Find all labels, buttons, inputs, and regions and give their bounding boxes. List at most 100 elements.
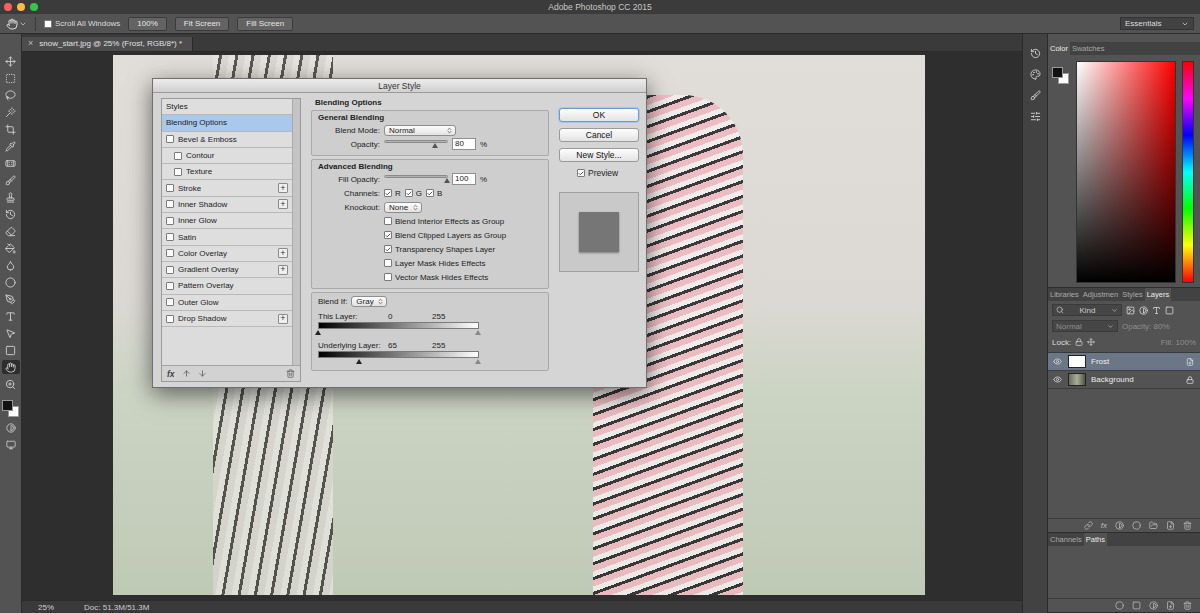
style-checkbox[interactable] [166,200,174,208]
minimize-button[interactable] [17,3,25,11]
shape-filter-icon[interactable] [1165,306,1174,315]
mask-icon[interactable] [1149,601,1158,610]
type-tool[interactable] [2,309,20,323]
range-slider[interactable] [318,359,479,365]
style-row[interactable]: Stroke+ [162,180,292,196]
history-icon[interactable] [1030,48,1041,59]
style-checkbox[interactable] [166,217,174,225]
style-row[interactable]: Pattern Overlay [162,278,292,294]
slider-thumb[interactable] [432,143,438,148]
scroll-all-windows[interactable]: Scroll All Windows [44,19,120,28]
screen-mode-button[interactable] [2,438,20,452]
rectangle-tool[interactable] [2,343,20,357]
style-row[interactable]: Contour [162,148,292,164]
style-checkbox[interactable] [166,266,174,274]
adjustment-filter-icon[interactable] [1139,306,1148,315]
visibility-toggle[interactable] [1051,375,1063,384]
quick-select-tool[interactable] [2,105,20,119]
scroll-all-windows-checkbox[interactable] [44,20,52,28]
fill-opacity-input[interactable]: 100 [452,173,476,185]
advanced-option-checkbox[interactable] [384,273,392,281]
tool-preset-picker[interactable] [6,18,27,30]
dialog-title[interactable]: Layer Style [153,79,646,93]
advanced-option[interactable]: Layer Mask Hides Effects [384,259,486,268]
blend-if-select[interactable]: Gray [351,296,387,307]
style-row[interactable]: Styles [162,99,292,115]
trash-icon[interactable] [1183,521,1192,530]
advanced-option[interactable]: Blend Clipped Layers as Group [384,231,506,240]
layer-row[interactable]: Frost [1048,353,1200,371]
color-field[interactable] [1076,61,1176,283]
style-checkbox[interactable] [166,184,174,192]
style-row[interactable]: Color Overlay+ [162,246,292,262]
style-checkbox[interactable] [174,152,182,160]
style-checkbox[interactable] [166,315,174,323]
history-brush-tool[interactable] [2,207,20,221]
scrollbar[interactable] [292,99,300,365]
fill-path-icon[interactable] [1115,601,1124,610]
style-row[interactable]: Bevel & Emboss [162,132,292,148]
pen-tool[interactable] [2,292,20,306]
hue-slider[interactable] [1182,61,1194,283]
channel-option[interactable]: R [384,189,401,198]
advanced-option[interactable]: Transparency Shapes Layer [384,245,495,254]
add-effect-button[interactable]: + [278,265,288,275]
high-thumb[interactable] [475,359,481,364]
options-button[interactable]: 100% [128,17,166,31]
stamp-tool[interactable] [2,190,20,204]
marquee-tool[interactable] [2,71,20,85]
style-checkbox[interactable] [166,282,174,290]
path-select-tool[interactable] [2,326,20,340]
arrow-down-icon[interactable] [198,369,207,378]
dialog-button[interactable]: Cancel [559,128,639,142]
canvas[interactable]: Layer Style StylesBlending OptionsBevel &… [22,52,1022,600]
new-layer-icon[interactable] [1166,521,1175,530]
style-row[interactable]: Drop Shadow+ [162,311,292,327]
mask-icon[interactable] [1115,521,1124,530]
style-row[interactable]: Gradient Overlay+ [162,262,292,278]
advanced-option-checkbox[interactable] [384,259,392,267]
preview-option[interactable]: Preview [559,168,641,178]
advanced-option[interactable]: Blend Interior Effects as Group [384,217,504,226]
options-button[interactable]: Fit Screen [175,17,229,31]
paint-bucket-tool[interactable] [2,241,20,255]
options-button[interactable]: Fill Screen [237,17,293,31]
type-filter-icon[interactable] [1152,306,1161,315]
style-row[interactable]: Outer Glow [162,295,292,311]
style-checkbox[interactable] [174,168,182,176]
style-checkbox[interactable] [166,298,174,306]
style-checkbox[interactable] [166,249,174,257]
visibility-toggle[interactable] [1051,357,1063,366]
panel-tab[interactable]: Channels [1048,533,1084,546]
zoom-button[interactable] [30,3,38,11]
style-row[interactable]: Inner Glow [162,213,292,229]
foreground-swatch[interactable] [1052,67,1063,78]
add-effect-button[interactable]: + [278,248,288,258]
panel-tab[interactable]: Layers [1145,288,1172,301]
low-thumb[interactable] [356,359,362,364]
stroke-path-icon[interactable] [1132,601,1141,610]
channel-option[interactable]: B [426,189,442,198]
panel-tab[interactable]: Color [1048,42,1070,55]
style-row[interactable]: Inner Shadow+ [162,197,292,213]
document-tab[interactable]: ×snow_start.jpg @ 25% (Frost, RGB/8*) * [22,37,193,51]
lock-position-icon[interactable] [1087,338,1095,346]
advanced-option-checkbox[interactable] [384,231,392,239]
range-slider[interactable] [318,330,479,336]
channel-option[interactable]: G [405,189,422,198]
hand-tool[interactable] [2,360,20,374]
panel-tab[interactable]: Swatches [1070,42,1107,55]
zoom-tool[interactable] [2,377,20,391]
dodge-tool[interactable] [2,275,20,289]
eyedropper-tool[interactable] [2,139,20,153]
style-row[interactable]: Satin [162,229,292,245]
lock-icon[interactable] [1075,338,1083,346]
blur-tool[interactable] [2,258,20,272]
pixel-filter-icon[interactable] [1126,306,1135,315]
advanced-option-checkbox[interactable] [384,217,392,225]
add-effect-button[interactable]: + [278,199,288,209]
style-row[interactable]: Blending Options [162,115,292,131]
trash-icon[interactable] [286,369,295,378]
arrow-up-icon[interactable] [182,369,191,378]
style-checkbox[interactable] [166,233,174,241]
